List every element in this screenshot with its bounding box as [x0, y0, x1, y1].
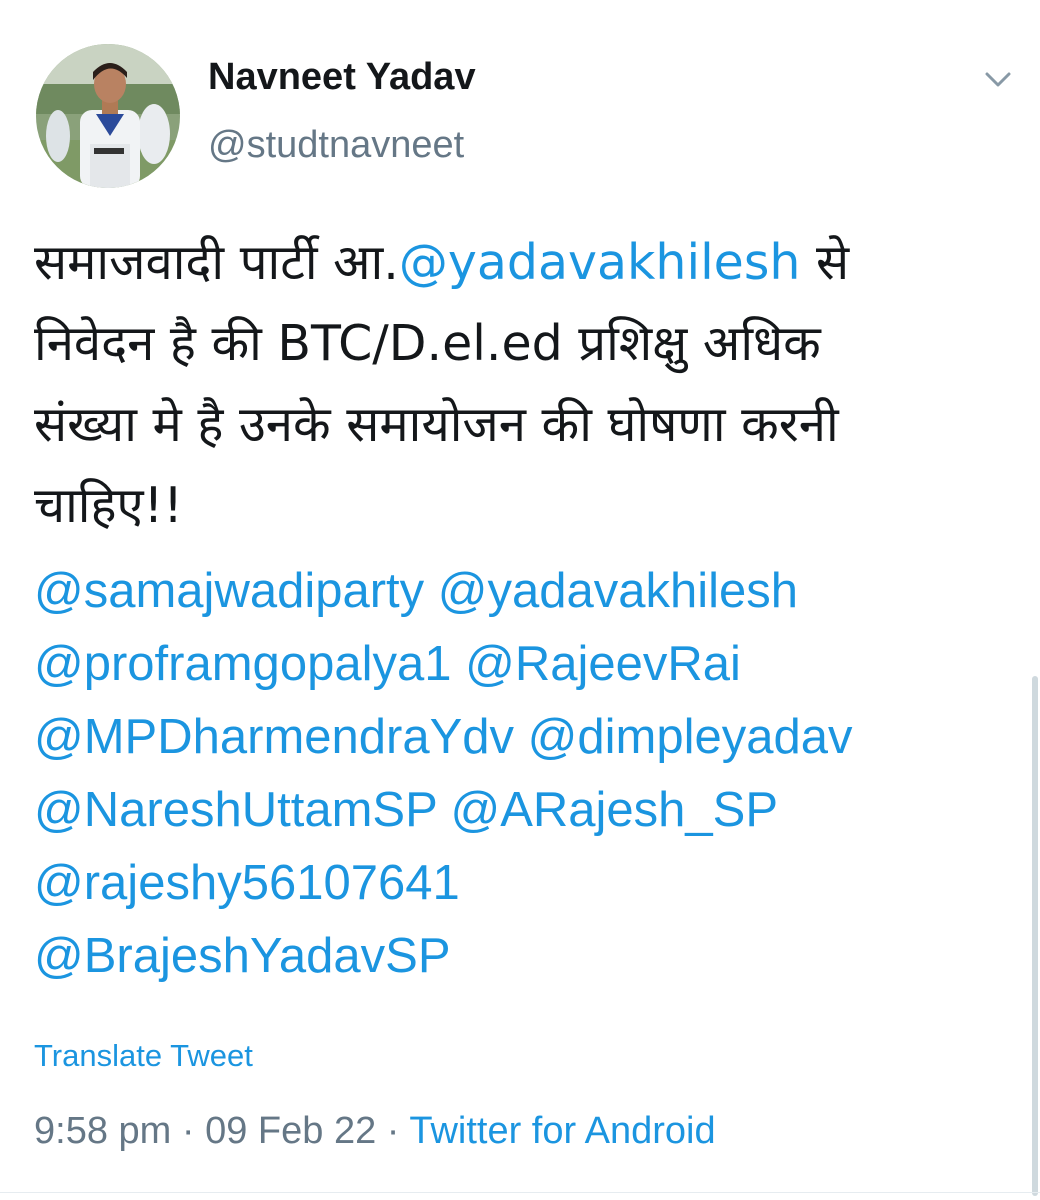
translate-tweet-link[interactable]: Translate Tweet — [34, 1036, 253, 1076]
mention-line[interactable]: @rajeshy56107641 — [34, 847, 1014, 920]
mention-line[interactable]: @MPDharmendraYdv @dimpleyadav — [34, 701, 1014, 774]
mention-line[interactable]: @proframgopalya1 @RajeevRai — [34, 628, 1014, 701]
chevron-down-icon — [985, 72, 1011, 87]
mention-line[interactable]: @samajwadiparty @yadavakhilesh — [34, 555, 1014, 628]
avatar[interactable] — [36, 44, 180, 188]
tweet-text-segment: से — [800, 234, 850, 291]
meta-separator: · — [376, 1110, 410, 1152]
meta-separator: · — [171, 1110, 206, 1152]
author-display-name[interactable]: Navneet Yadav — [208, 54, 476, 100]
divider — [0, 1192, 1040, 1193]
tweet-text-segment: निवेदन है की BTC/D.el.ed प्रशिक्षु अधिक — [34, 315, 821, 372]
tweet-text-segment: चाहिए!! — [34, 477, 183, 534]
mention-line[interactable]: @BrajeshYadavSP — [34, 920, 1014, 993]
more-options-button[interactable] — [978, 60, 1018, 100]
mention-link[interactable]: @yadavakhilesh — [399, 234, 801, 291]
avatar-photo — [36, 44, 180, 188]
tweet-mentions: @samajwadiparty @yadavakhilesh @proframgo… — [34, 555, 1014, 993]
tweet-text-segment: समाजवादी पार्टी आ. — [34, 234, 399, 291]
tweet-text-line: चाहिए!! — [34, 465, 994, 546]
tweet-date[interactable]: 09 Feb 22 — [205, 1110, 376, 1152]
author-handle[interactable]: @studtnavneet — [208, 122, 464, 168]
mention-line[interactable]: @NareshUttamSP @ARajesh_SP — [34, 774, 1014, 847]
tweet-text-segment: संख्या मे है उनके समायोजन की घोषणा करनी — [34, 396, 839, 453]
tweet-text: समाजवादी पार्टी आ.@yadavakhilesh से निवेद… — [34, 222, 994, 546]
tweet-text-line: समाजवादी पार्टी आ.@yadavakhilesh से — [34, 222, 994, 303]
tweet-time[interactable]: 9:58 pm — [34, 1110, 171, 1152]
tweet-source-link[interactable]: Twitter for Android — [409, 1110, 715, 1152]
tweet-meta: 9:58 pm · 09 Feb 22 · Twitter for Androi… — [34, 1108, 716, 1154]
tweet-text-line: संख्या मे है उनके समायोजन की घोषणा करनी — [34, 384, 994, 465]
tweet-text-line: निवेदन है की BTC/D.el.ed प्रशिक्षु अधिक — [34, 303, 994, 384]
scrollbar[interactable] — [1032, 676, 1038, 1196]
